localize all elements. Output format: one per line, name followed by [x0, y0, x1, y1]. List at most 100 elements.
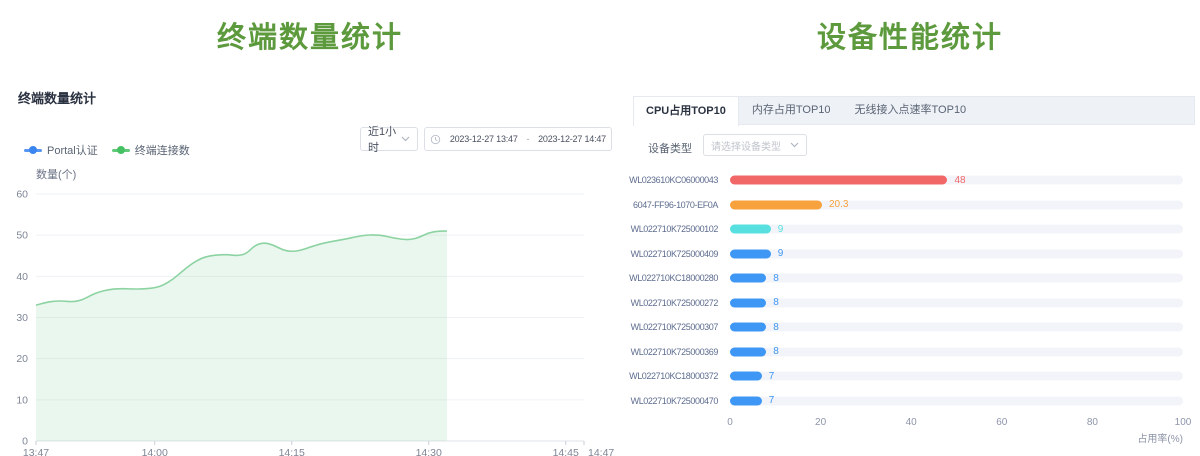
bar-track: 8	[730, 274, 1183, 283]
bar-category-label: WL022710K725000369	[620, 340, 718, 365]
y-axis-title: 数量(个)	[36, 168, 76, 181]
legend-marker-icon	[112, 146, 130, 154]
y-tick-label: 30	[16, 312, 28, 324]
date-range-end: 2023-12-27 14:47	[538, 134, 606, 144]
bar-track: 9	[730, 249, 1183, 258]
bar-category-label: WL022710K725000102	[620, 217, 718, 242]
x-tick-label: 60	[996, 417, 1007, 428]
bar-fill	[730, 274, 766, 283]
bar-category-label: WL022710KC18000280	[620, 266, 718, 291]
time-range-select[interactable]: 近1小时	[360, 127, 418, 151]
device-type-placeholder: 请选择设备类型	[711, 138, 781, 153]
bar-row: 6047-FF96-1070-EF0A 20.3	[620, 193, 1200, 218]
bar-row: WL022710KC18000280 8	[620, 266, 1200, 291]
device-type-label: 设备类型	[648, 140, 692, 156]
dashboard: 终端数量统计 终端数量统计 近1小时 2023-12-27 13:47 - 20…	[0, 0, 1200, 456]
bar-track: 8	[730, 347, 1183, 356]
chevron-down-icon	[790, 142, 799, 148]
bar-track: 7	[730, 372, 1183, 381]
x-tick-label: 14:00	[142, 447, 168, 456]
x-tick-label: 14:45	[553, 447, 579, 456]
bar-fill	[730, 323, 766, 332]
date-range-picker[interactable]: 2023-12-27 13:47 - 2023-12-27 14:47	[424, 127, 612, 151]
x-axis-ticks: 020406080100	[730, 417, 1183, 429]
bar-fill	[730, 396, 762, 405]
bar-value: 8	[773, 273, 779, 284]
bar-row: WL022710K725000409 9	[620, 242, 1200, 267]
bar-track: 8	[730, 298, 1183, 307]
x-tick-label: 14:30	[416, 447, 442, 456]
bar-fill	[730, 176, 947, 185]
bar-value: 7	[769, 371, 775, 382]
terminal-count-line-chart: 0 10 20 30 40 50 60 13:47 14:00 14:15 14:30 14:45 14…	[0, 160, 620, 456]
x-tick-label: 13:47	[23, 447, 49, 456]
x-tick-label: 0	[727, 417, 733, 428]
area-fill	[36, 231, 447, 441]
date-range-separator: -	[527, 134, 530, 144]
y-tick-label: 40	[16, 271, 28, 283]
bar-fill	[730, 200, 822, 209]
time-range-value: 近1小时	[368, 123, 401, 155]
device-type-select[interactable]: 请选择设备类型	[703, 134, 807, 156]
bar-track: 9	[730, 225, 1183, 234]
y-tick-label: 50	[16, 230, 28, 242]
card-title: 终端数量统计	[18, 88, 96, 107]
bar-fill	[730, 249, 771, 258]
x-tick-label: 100	[1175, 417, 1192, 428]
tab-cpu-top10[interactable]: CPU占用TOP10	[633, 96, 739, 126]
bar-track: 8	[730, 323, 1183, 332]
left-section-title: 终端数量统计	[0, 14, 620, 56]
bar-value: 48	[954, 175, 965, 186]
clock-icon	[430, 134, 441, 145]
bar-category-label: WL022710K725000307	[620, 315, 718, 340]
y-tick-label: 10	[16, 394, 28, 406]
x-tick-label: 14:15	[279, 447, 305, 456]
bar-value: 8	[773, 322, 779, 333]
bar-row: WL022710K725000307 8	[620, 315, 1200, 340]
x-axis-label: 占用率(%)	[1137, 430, 1183, 445]
tab-wireless-ap-rate-top10[interactable]: 无线接入点速率TOP10	[843, 97, 979, 124]
bar-value: 8	[773, 346, 779, 357]
bar-value: 9	[778, 248, 784, 259]
bar-category-label: 6047-FF96-1070-EF0A	[620, 193, 718, 218]
bar-fill	[730, 298, 766, 307]
bar-row: WL022710K725000470 7	[620, 389, 1200, 414]
x-tick-label: 80	[1087, 417, 1098, 428]
chevron-down-icon	[401, 136, 410, 142]
legend-marker-icon	[24, 146, 42, 154]
bar-row: WL022710K725000369 8	[620, 340, 1200, 365]
bar-row: WL022710K725000102 9	[620, 217, 1200, 242]
bar-track: 20.3	[730, 200, 1183, 209]
bar-category-label: WL022710KC18000372	[620, 364, 718, 389]
bar-value: 8	[773, 297, 779, 308]
y-tick-label: 20	[16, 353, 28, 365]
bar-value: 7	[769, 395, 775, 406]
y-tick-label: 0	[22, 436, 28, 448]
x-tick-label: 40	[906, 417, 917, 428]
legend-label: 终端连接数	[135, 142, 190, 158]
bar-fill	[730, 225, 771, 234]
bar-row: WL022710KC18000372 7	[620, 364, 1200, 389]
bar-row: WL023610KC06000043 48	[620, 168, 1200, 193]
bar-category-label: WL022710K725000470	[620, 389, 718, 414]
date-range-start: 2023-12-27 13:47	[450, 134, 518, 144]
x-tick-label: 20	[815, 417, 826, 428]
tab-memory-top10[interactable]: 内存占用TOP10	[740, 97, 843, 124]
y-tick-label: 60	[16, 189, 28, 201]
bar-fill	[730, 347, 766, 356]
x-tick-label: 14:47	[588, 447, 614, 456]
legend-item[interactable]: Portal认证	[24, 142, 98, 158]
legend-label: Portal认证	[47, 142, 98, 158]
device-performance-panel: 设备性能统计 CPU占用TOP10内存占用TOP10无线接入点速率TOP10 设…	[620, 0, 1200, 456]
terminal-count-panel: 终端数量统计 终端数量统计 近1小时 2023-12-27 13:47 - 20…	[0, 0, 620, 456]
right-section-title: 设备性能统计	[620, 14, 1200, 56]
chart-legend: Portal认证 终端连接数	[24, 142, 190, 158]
bar-category-label: WL022710K725000272	[620, 291, 718, 316]
bar-value: 9	[778, 224, 784, 235]
bar-category-label: WL022710K725000409	[620, 242, 718, 267]
bar-track: 7	[730, 396, 1183, 405]
bar-category-label: WL023610KC06000043	[620, 168, 718, 193]
performance-tabs: CPU占用TOP10内存占用TOP10无线接入点速率TOP10	[633, 96, 1195, 125]
legend-item[interactable]: 终端连接数	[112, 142, 190, 158]
bar-track: 48	[730, 176, 1183, 185]
